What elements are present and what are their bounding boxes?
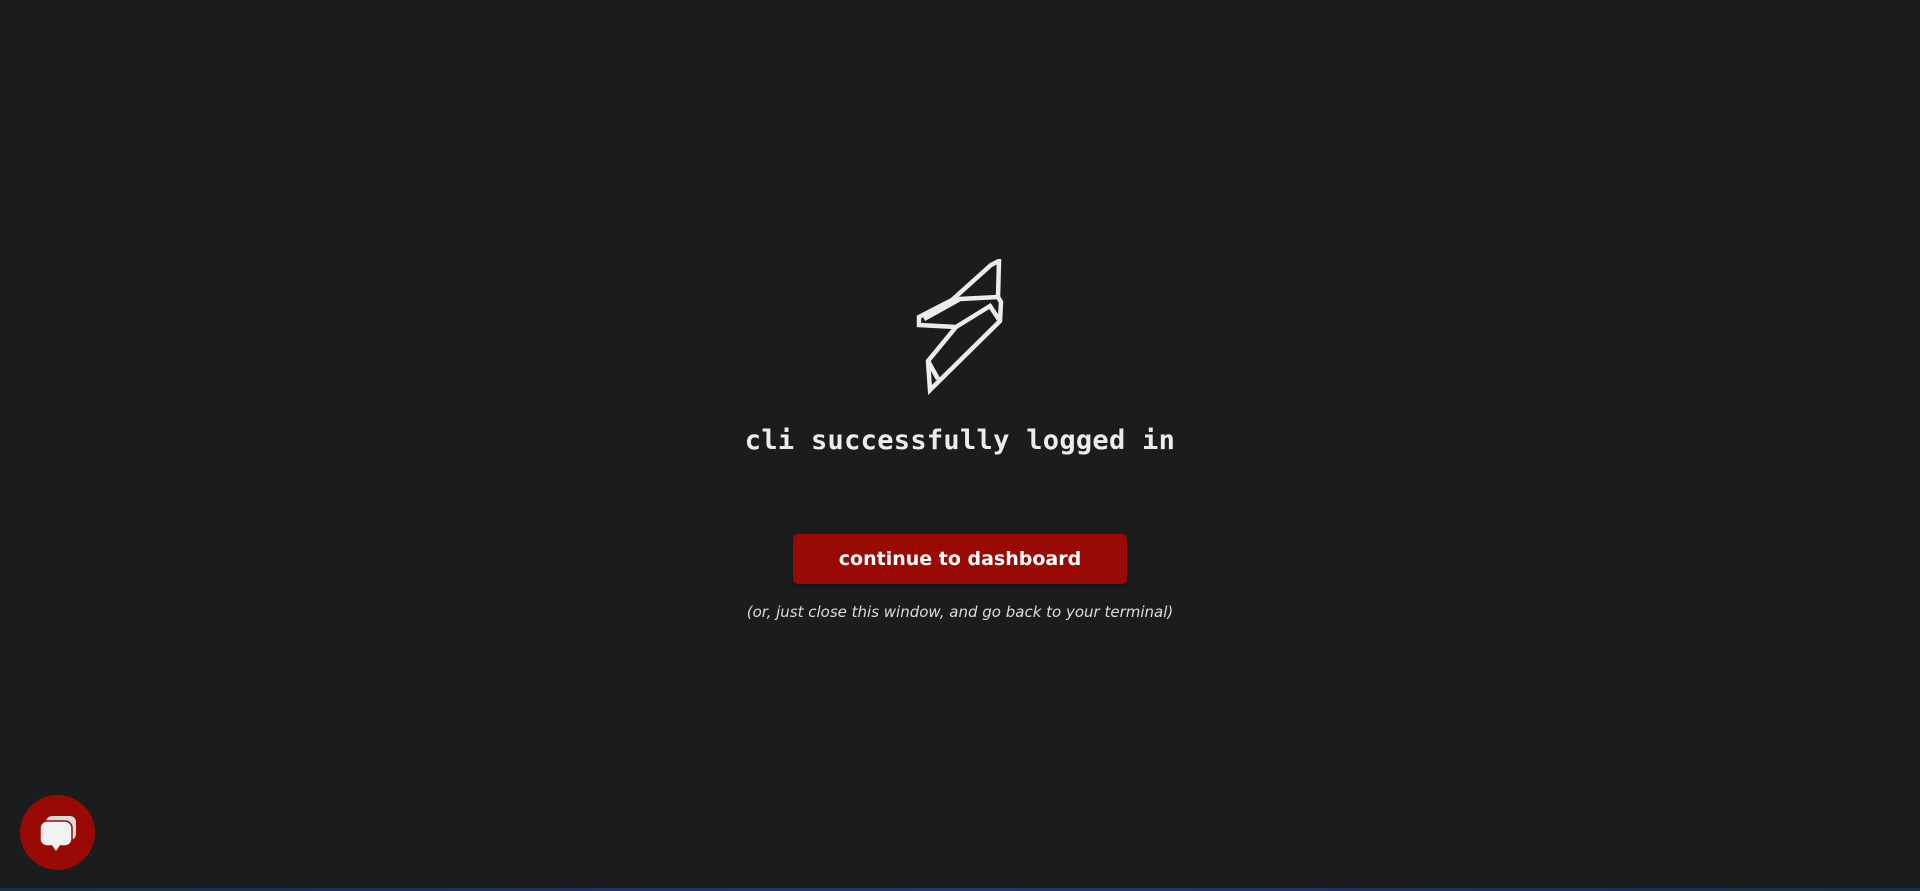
chat-bubbles-icon [38,815,76,851]
lightning-bolt-icon [916,257,1004,396]
continue-to-dashboard-button[interactable]: continue to dashboard [793,534,1127,584]
chat-widget-button[interactable] [20,795,95,870]
page-title: cli successfully logged in [744,425,1176,456]
logo [916,257,1006,396]
close-window-hint: (or, just close this window, and go back… [746,603,1174,621]
